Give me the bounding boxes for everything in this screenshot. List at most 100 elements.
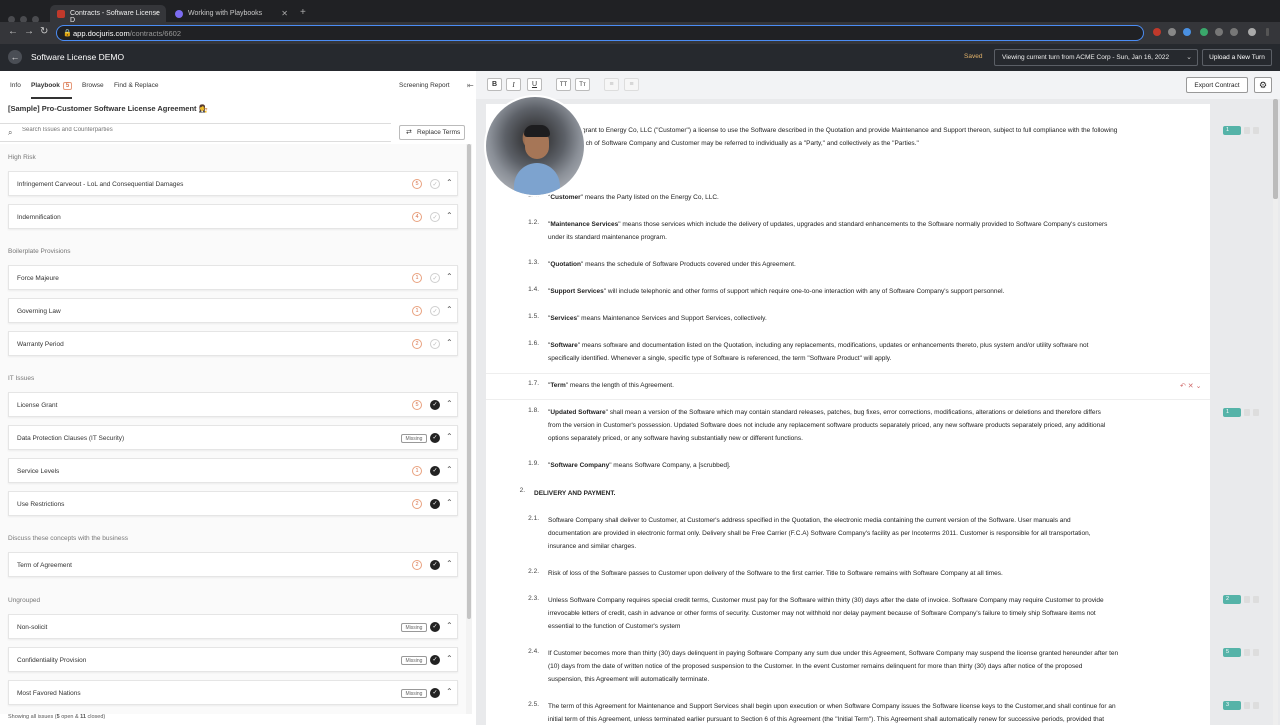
review-badge[interactable]: 1 (1223, 408, 1261, 418)
check-circle-icon[interactable]: ✓ (430, 655, 440, 665)
document-scrollbar[interactable] (1273, 99, 1278, 725)
issue-data-protection[interactable]: Data Protection Clauses (IT Security) Mi… (8, 425, 458, 450)
comment-icon (1253, 596, 1259, 603)
extension-icon[interactable] (1230, 28, 1238, 36)
extension-icon[interactable] (1200, 28, 1208, 36)
underline-button[interactable]: U (527, 78, 542, 91)
screening-report-link[interactable]: Screening Report (399, 82, 450, 89)
issue-count-badge: 2 (412, 339, 422, 349)
chevron-up-icon[interactable]: ⌃ (446, 498, 453, 507)
gear-icon[interactable]: ⚙ (1254, 77, 1272, 93)
check-circle-icon[interactable]: ✓ (430, 400, 440, 410)
check-circle-icon[interactable]: ✓ (430, 179, 440, 189)
check-circle-icon[interactable]: ✓ (430, 433, 440, 443)
issue-force-majeure[interactable]: Force Majeure 1 ✓ ⌃ (8, 265, 458, 290)
clause-number: 1.5. (528, 313, 539, 320)
check-circle-icon[interactable]: ✓ (430, 560, 440, 570)
align-left-icon[interactable]: ≡ (604, 78, 619, 91)
search-icon: ⌕ (8, 128, 13, 137)
browser-tab-contracts[interactable]: Contracts - Software License D ✕ (50, 5, 166, 24)
gear-favicon-icon (175, 10, 183, 18)
browser-tab-playbooks[interactable]: Working with Playbooks ✕ (168, 5, 294, 23)
collapse-panel-icon[interactable]: ⇤ (467, 81, 474, 90)
bold-button[interactable]: B (487, 78, 502, 91)
check-circle-icon[interactable]: ✓ (430, 306, 440, 316)
profile-avatar-icon[interactable] (1248, 28, 1256, 36)
uppercase-button[interactable]: TT (556, 78, 571, 91)
check-circle-icon[interactable]: ✓ (430, 688, 440, 698)
issue-confidentiality[interactable]: Confidentiality Provision Missing ✓ ⌃ (8, 647, 458, 672)
check-circle-icon[interactable]: ✓ (430, 466, 440, 476)
clause-2-4: If Customer becomes more than thirty (30… (548, 650, 1119, 683)
upload-turn-button[interactable]: Upload a New Turn (1202, 49, 1272, 66)
reload-icon[interactable]: ↻ (40, 26, 48, 37)
back-button[interactable]: ← (8, 50, 22, 64)
revision-actions-icon[interactable]: ↶ ✕ ⌄ (1180, 382, 1202, 390)
review-badge[interactable]: 2 (1223, 595, 1261, 605)
contract-document[interactable]: grant to Energy Co, LLC ("Customer") a l… (486, 104, 1210, 725)
chevron-up-icon[interactable]: ⌃ (446, 178, 453, 187)
chevron-up-icon[interactable]: ⌃ (446, 399, 453, 408)
issue-infringement-carveout[interactable]: Infringement Carveout - LoL and Conseque… (8, 171, 458, 196)
issue-term-of-agreement[interactable]: Term of Agreement 2 ✓ ⌃ (8, 552, 458, 577)
scrollbar-thumb[interactable] (467, 144, 471, 619)
check-circle-icon[interactable]: ✓ (430, 273, 440, 283)
missing-badge: Missing (401, 434, 427, 443)
issue-warranty-period[interactable]: Warranty Period 2 ✓ ⌃ (8, 331, 458, 356)
close-tab-icon[interactable]: ✕ (153, 9, 160, 18)
clause-number: 1.3. (528, 259, 539, 266)
review-badge[interactable]: 5 (1223, 648, 1261, 658)
issue-most-favored-nations[interactable]: Most Favored Nations Missing ✓ ⌃ (8, 680, 458, 705)
missing-badge: Missing (401, 623, 427, 632)
issue-license-grant[interactable]: License Grant 5 ✓ ⌃ (8, 392, 458, 417)
extension-icon[interactable] (1183, 28, 1191, 36)
review-badge[interactable]: 3 (1223, 701, 1261, 711)
issue-non-solicit[interactable]: Non-solicit Missing ✓ ⌃ (8, 614, 458, 639)
issue-service-levels[interactable]: Service Levels 1 ✓ ⌃ (8, 458, 458, 483)
clause-2-1: Software Company shall deliver to Custom… (548, 517, 1091, 550)
export-contract-button[interactable]: Export Contract (1186, 77, 1248, 93)
chevron-up-icon[interactable]: ⌃ (446, 272, 453, 281)
check-circle-icon[interactable]: ✓ (430, 622, 440, 632)
puzzle-icon[interactable] (1215, 28, 1223, 36)
section-heading-delivery: DELIVERY AND PAYMENT. (534, 490, 616, 497)
extension-icon[interactable] (1153, 28, 1161, 36)
tab-browse[interactable]: Browse (82, 82, 104, 89)
issue-indemnification[interactable]: Indemnification 4 ✓ ⌃ (8, 204, 458, 229)
tab-info[interactable]: Info (10, 82, 21, 89)
align-justify-icon[interactable]: ≡ (624, 78, 639, 91)
clause-2-2: Risk of loss of the Software passes to C… (548, 570, 1003, 577)
close-tab-icon[interactable]: ✕ (281, 9, 288, 18)
kebab-menu-icon[interactable] (1266, 28, 1269, 36)
scrollbar-thumb[interactable] (1273, 99, 1278, 199)
check-circle-icon[interactable]: ✓ (430, 499, 440, 509)
url-field[interactable]: 🔒 app.docjuris.com/contracts/6602 (56, 25, 1144, 41)
chevron-up-icon[interactable]: ⌃ (446, 654, 453, 663)
chevron-up-icon[interactable]: ⌃ (446, 211, 453, 220)
new-tab-icon[interactable]: + (300, 7, 306, 18)
check-circle-icon[interactable]: ✓ (430, 339, 440, 349)
issue-list-scrollbar[interactable] (466, 144, 472, 714)
chevron-up-icon[interactable]: ⌃ (446, 559, 453, 568)
back-arrow-icon[interactable]: ← (8, 26, 18, 37)
chevron-up-icon[interactable]: ⌃ (446, 621, 453, 630)
chevron-up-icon[interactable]: ⌃ (446, 305, 453, 314)
extension-icon[interactable] (1168, 28, 1176, 36)
check-circle-icon[interactable]: ✓ (430, 212, 440, 222)
issue-use-restrictions[interactable]: Use Restrictions 2 ✓ ⌃ (8, 491, 458, 516)
turn-select[interactable]: Viewing current turn from ACME Corp - Su… (994, 49, 1198, 66)
issue-count-badge: 2 (412, 499, 422, 509)
smallcaps-button[interactable]: Tт (575, 78, 590, 91)
forward-arrow-icon[interactable]: → (24, 26, 34, 37)
replace-terms-button[interactable]: ⇄ Replace Terms (399, 125, 465, 140)
issue-governing-law[interactable]: Governing Law 1 ✓ ⌃ (8, 298, 458, 323)
search-input[interactable] (22, 127, 362, 133)
chevron-up-icon[interactable]: ⌃ (446, 432, 453, 441)
tab-playbook[interactable]: Playbook 5 (31, 82, 73, 99)
review-badge[interactable]: 1 (1223, 126, 1261, 136)
chevron-up-icon[interactable]: ⌃ (446, 465, 453, 474)
chevron-up-icon[interactable]: ⌃ (446, 338, 453, 347)
tab-find-replace[interactable]: Find & Replace (114, 82, 158, 89)
italic-button[interactable]: I (506, 78, 521, 91)
chevron-up-icon[interactable]: ⌃ (446, 687, 453, 696)
